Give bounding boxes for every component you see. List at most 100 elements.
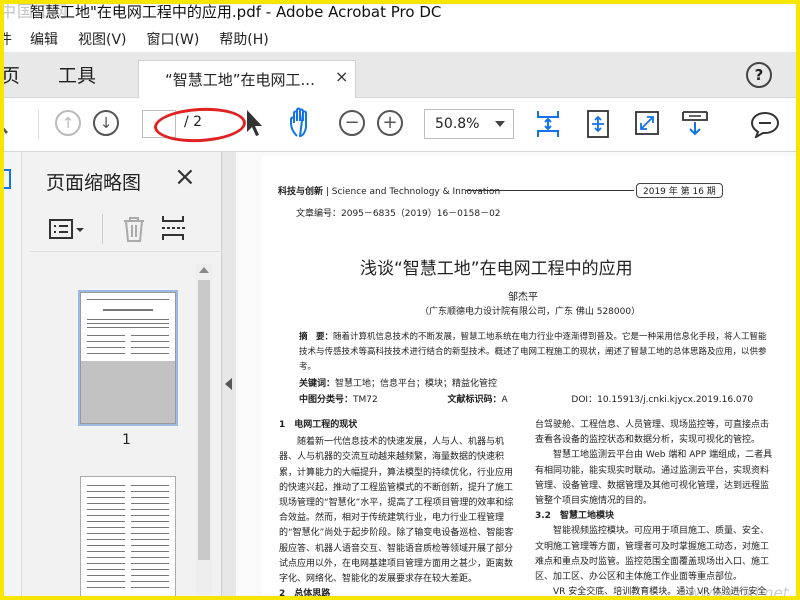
thumb-line [87,575,125,576]
next-page-icon[interactable]: ↓ [93,110,119,136]
thumbnails-nav-icon[interactable] [0,168,12,190]
section-heading: 2 总体思路 [279,589,331,600]
prev-page-icon[interactable]: ↑ [55,110,81,136]
thumb-line [131,551,169,552]
panel-divider [102,214,103,244]
panel-collapse-handle[interactable] [222,152,236,600]
viewport-overlay [81,361,175,423]
menu-file[interactable]: 件 [0,29,12,49]
chevron-down-icon [495,121,505,127]
doc-code-label: 文献标识码： [447,395,502,405]
scroll-up-icon[interactable] [199,267,209,273]
zoom-out-icon[interactable]: − [339,110,365,136]
thumb-line [131,515,169,516]
thumb-line [131,491,169,492]
comment-icon[interactable] [750,110,780,138]
search-icon[interactable] [0,112,12,136]
thumb-line [87,551,125,552]
thumb-line [131,353,169,354]
abstract-label: 摘 要： [299,332,334,342]
trash-icon[interactable] [122,215,146,243]
thumbnail-options-icon[interactable] [48,218,86,242]
thumb-line [131,341,169,342]
article-column-right: 台驾驶舱、工程信息、人员管理、现场监控等，可直接点击查看各设备的监控状态和数据分… [535,418,775,600]
thumb-line [87,581,125,582]
journal-english: Science and Technology & Innovation [331,187,501,197]
zoom-value: 50.8% [435,116,480,132]
thumb-line [131,545,169,546]
select-arrow-icon[interactable] [244,108,266,138]
article-abstract: 摘 要：随着计算机信息技术的不断发展，智慧工地系统在电力行业中逐渐得到普及。它是… [299,330,769,375]
thumb-line [131,335,169,336]
thumb-line [87,299,169,300]
paragraph: 台驾驶舱、工程信息、人员管理、现场监控等，可直接点击查看各设备的监控状态和数据分… [535,420,770,446]
scroll-thumb[interactable] [198,280,210,560]
page-thumbnail-2[interactable] [80,476,176,600]
article-number: 文章编号：2095－6835（2019）16－0158－02 [296,209,501,219]
menu-view[interactable]: 视图(V) [78,29,127,49]
page-thumbnail-1[interactable] [80,292,176,424]
thumb-line [131,485,169,486]
paragraph: 智能视频监控模块。可应用于项目施工、质量、安全、文明施工管理等方面，管理者可及时… [535,526,770,583]
doc-code-value: A [501,395,508,405]
watermark-bottom: www.cnki.net [688,584,789,600]
panel-toolbar [30,208,220,252]
rotate-page-icon[interactable] [585,108,611,140]
thumb-line [87,509,125,510]
zoom-select[interactable]: 50.8% [424,109,514,139]
scroll-mode-icon[interactable] [680,108,710,138]
thumb-line [87,353,125,354]
tab-document-label: “智慧工地”在电网工... [165,71,315,89]
tab-close-icon[interactable]: × [335,67,348,86]
toolbar: ↑ ↓ − + [0,98,800,152]
thumb-line [131,497,169,498]
thumb-line [131,347,169,348]
thumb-line [87,319,169,320]
thumb-line [131,509,169,510]
thumb-line [87,533,125,534]
window-title: 智慧工地"在电网工程中的应用.pdf - Adobe Acrobat Pro D… [30,3,442,21]
doi: DOI：10.15913/j.cnki.kjycx.2019.16.070 [571,395,754,405]
thumb-line [131,581,169,582]
thumb-line [87,545,125,546]
thumb-line [131,569,169,570]
thumb-line [87,539,125,540]
menu-edit[interactable]: 编辑 [30,29,58,49]
thumb-line [103,309,153,311]
clc-value: TM72 [353,395,378,405]
tab-document[interactable]: “智慧工地”在电网工... × [138,60,356,98]
menu-window[interactable]: 窗口(W) [147,29,200,49]
article-title: 浅谈“智慧工地”在电网工程中的应用 [360,259,633,279]
fit-page-icon[interactable] [535,108,561,140]
keywords-label: 关键词： [299,379,336,389]
thumb-line [131,539,169,540]
thumb-line [131,587,169,588]
collapse-left-icon [225,378,232,390]
insert-page-icon[interactable] [160,213,188,243]
keywords-line: 关键词：智慧工地；信息平台；模块；精益化管控 [299,376,497,389]
thumb-line [87,563,125,564]
thumb-line [87,497,125,498]
panel-close-icon[interactable]: × [174,162,196,192]
article-affiliation: （广东顺德电力设计院有限公司，广东 佛山 528000） [420,307,641,317]
issue-label: 2019 年 第 16 期 [636,183,723,198]
article-column-left: 1 电网工程的现状 随着新一代信息技术的快速发展，人与人、机器与机器、人与机器的… [279,418,517,600]
tab-home[interactable]: 主页 [0,61,20,88]
section-heading: 1 电网工程的现状 [279,420,358,430]
menu-help[interactable]: 帮助(H) [219,29,268,49]
thumb-line [87,557,125,558]
zoom-in-icon[interactable]: + [377,110,403,136]
tab-tools[interactable]: 工具 [58,61,96,88]
full-screen-icon[interactable] [634,110,660,136]
thumb-line [131,533,169,534]
title-bar: 智慧工地"在电网工程中的应用.pdf - Adobe Acrobat Pro D… [0,0,800,22]
thumb-line [87,485,125,486]
watermark-top: 中国知网 [0,2,69,21]
toolbar-divider [38,110,39,140]
thumbnail-page-label: 1 [122,432,131,448]
tab-bar: 主页 工具 “智慧工地”在电网工... × ? [0,52,800,98]
thumbnail-scrollbar[interactable] [196,264,212,600]
help-button[interactable]: ? [746,62,772,88]
hand-tool-icon[interactable] [288,106,318,140]
panel-title: 页面缩略图 [46,172,142,194]
